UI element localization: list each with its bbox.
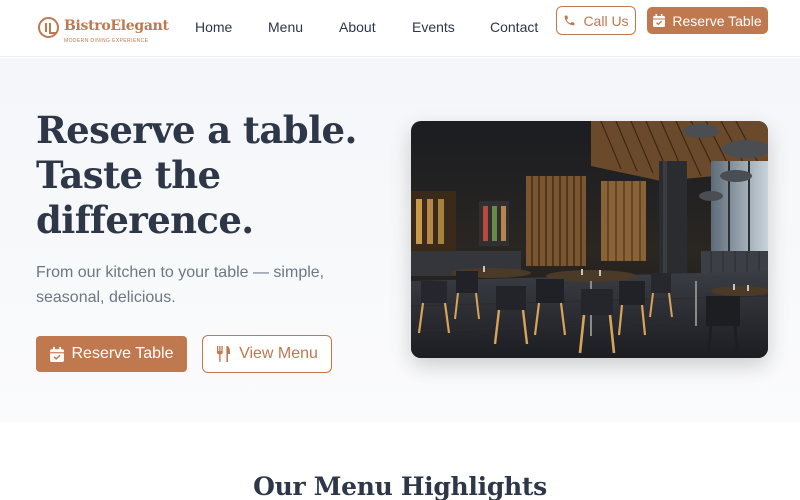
hero-section: Reserve a table. Taste the difference. F… bbox=[0, 58, 800, 422]
nav-item-home[interactable]: Home bbox=[195, 19, 232, 35]
hero-title: Reserve a table. Taste the difference. bbox=[36, 108, 376, 243]
calendar-icon bbox=[49, 346, 64, 362]
hero-title-line-1: Reserve a table. bbox=[36, 108, 357, 152]
calendar-icon bbox=[653, 14, 666, 27]
hero-reserve-label: Reserve Table bbox=[71, 345, 174, 362]
logo-icon bbox=[38, 17, 59, 38]
hero-subtitle: From our kitchen to your table — simple,… bbox=[36, 264, 325, 306]
menu-highlights-title: Our Menu Highlights bbox=[253, 472, 547, 500]
brand-name: BistroElegant bbox=[64, 18, 169, 34]
view-menu-button[interactable]: View Menu bbox=[202, 335, 332, 373]
hero-reserve-button[interactable]: Reserve Table bbox=[36, 336, 187, 372]
header-reserve-label: Reserve Table bbox=[672, 12, 762, 29]
restaurant-interior-photo bbox=[411, 121, 768, 358]
nav-item-contact[interactable]: Contact bbox=[490, 19, 538, 35]
call-us-label: Call Us bbox=[583, 12, 629, 29]
call-us-button[interactable]: Call Us bbox=[556, 6, 636, 35]
header-reserve-button[interactable]: Reserve Table bbox=[647, 7, 768, 34]
view-menu-label: View Menu bbox=[239, 345, 318, 362]
brand-logo[interactable]: BistroElegant MODERN DINING EXPERIENCE bbox=[38, 17, 169, 47]
hero-title-line-2: Taste the bbox=[36, 153, 221, 197]
phone-icon bbox=[563, 14, 576, 27]
utensils-icon bbox=[216, 346, 231, 362]
nav-item-events[interactable]: Events bbox=[412, 19, 455, 35]
site-header: BistroElegant MODERN DINING EXPERIENCE H… bbox=[0, 0, 800, 57]
brand-tagline: MODERN DINING EXPERIENCE bbox=[64, 38, 149, 44]
nav-item-menu[interactable]: Menu bbox=[268, 19, 303, 35]
hero-title-line-3: difference. bbox=[36, 198, 254, 242]
nav-item-about[interactable]: About bbox=[339, 19, 376, 35]
